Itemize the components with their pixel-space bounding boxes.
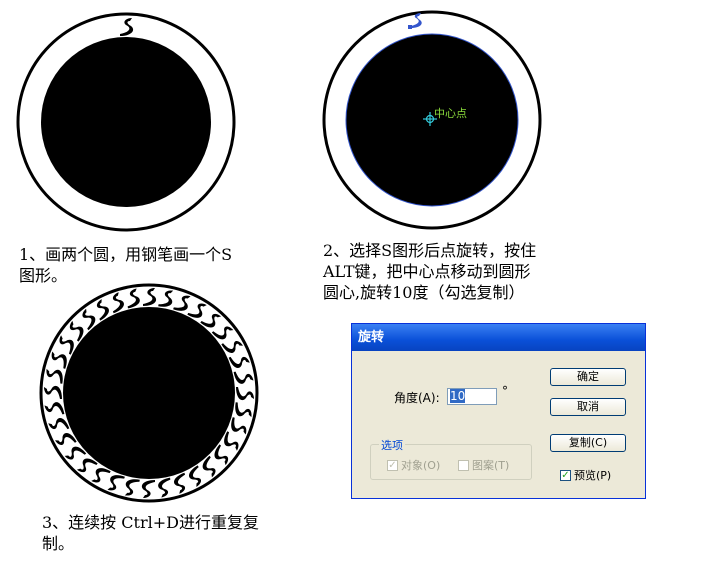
rotate-dialog: 旋转 角度(A): 10 ° 确定 取消 复制(C) ✓ 预览(P) 选项 ✓ …: [351, 323, 646, 499]
copy-button[interactable]: 复制(C): [550, 434, 626, 452]
angle-input[interactable]: 10: [447, 388, 497, 405]
options-group-title: 选项: [379, 437, 405, 453]
figure1-rings: [16, 12, 236, 232]
preview-checkbox[interactable]: ✓: [560, 469, 571, 481]
figure2-caption: 2、选择S图形后点旋转，按住 ALT键，把中心点移动到圆形 圆心,旋转10度（勾…: [323, 241, 537, 302]
figure3-caption: 3、连续按 Ctrl+D进行重复复 制。: [42, 513, 259, 553]
pattern-label: 图案(T): [472, 459, 510, 472]
angle-label: 角度(A):: [394, 391, 440, 405]
inner-disc: [41, 37, 211, 207]
inner-disc: [63, 307, 235, 479]
preview-label: 预览(P): [574, 469, 612, 482]
degree-symbol: °: [502, 384, 508, 398]
cancel-button[interactable]: 取消: [550, 398, 626, 416]
selection-handle[interactable]: [408, 25, 412, 29]
pattern-checkbox-row[interactable]: 图案(T): [458, 457, 509, 473]
dialog-title: 旋转: [352, 324, 645, 351]
pattern-checkbox[interactable]: [458, 459, 469, 471]
figure1-caption: 1、画两个圆，用钢笔画一个S 图形。: [19, 245, 233, 285]
objects-checkbox[interactable]: ✓: [387, 459, 398, 471]
options-group: 选项 ✓ 对象(O) 图案(T): [370, 437, 532, 480]
ok-button[interactable]: 确定: [550, 368, 626, 386]
objects-checkbox-row[interactable]: ✓ 对象(O): [387, 457, 440, 473]
inner-disc: [345, 33, 519, 207]
center-point-label: 中心点: [434, 107, 467, 120]
preview-checkbox-row[interactable]: ✓ 预览(P): [560, 467, 611, 483]
objects-label: 对象(O): [401, 459, 441, 472]
figure2-rings: 中心点: [322, 10, 542, 230]
figure3-rings: [39, 283, 259, 503]
